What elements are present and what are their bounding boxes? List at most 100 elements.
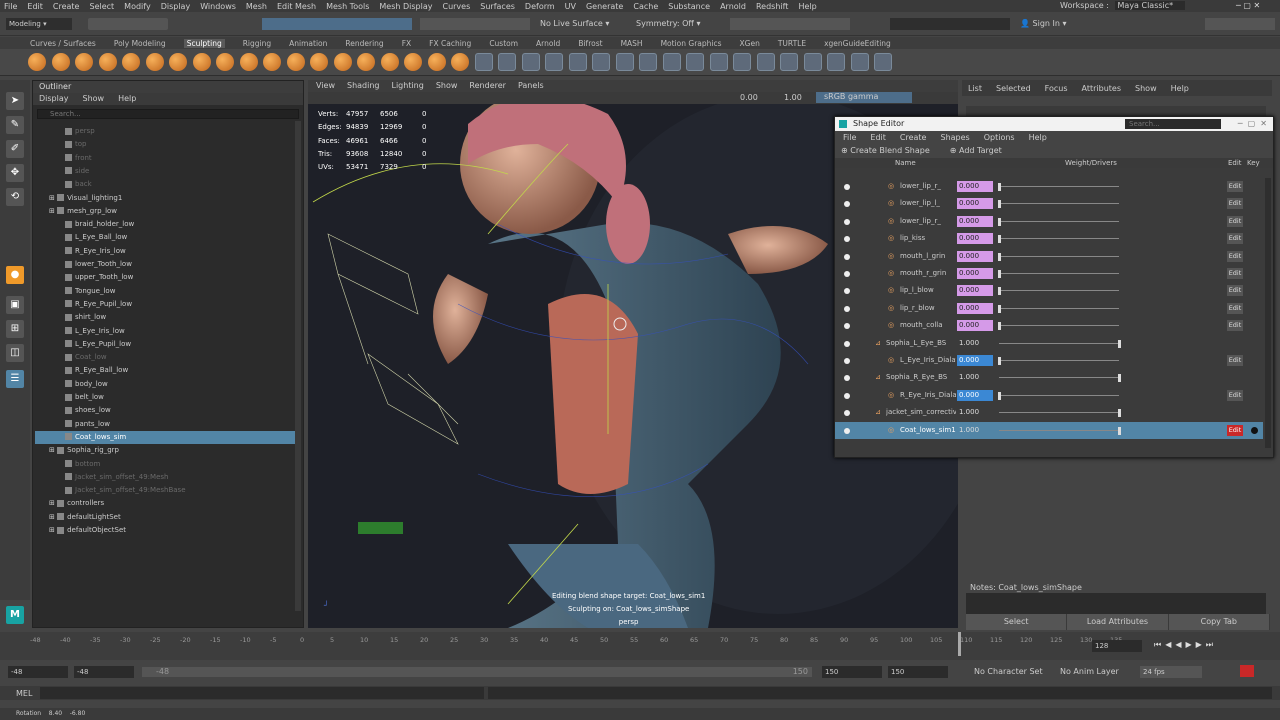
outliner-menu-item[interactable]: Help <box>118 93 136 105</box>
visibility-eye-icon[interactable] <box>844 184 850 190</box>
move-tool-icon[interactable]: ✥ <box>6 164 24 182</box>
shape-search-input[interactable]: Search... <box>1125 119 1221 129</box>
attr-menu-item[interactable]: List <box>968 84 982 93</box>
menu-create[interactable]: Create <box>53 2 80 11</box>
outliner-item[interactable]: bottom <box>35 458 297 471</box>
edit-button[interactable]: Edit <box>1227 181 1243 192</box>
shelf-tab[interactable]: Rendering <box>345 39 383 48</box>
viewport-menu-item[interactable]: Lighting <box>391 80 423 92</box>
input-field[interactable] <box>890 18 1010 30</box>
outliner-item[interactable]: braid_holder_low <box>35 218 297 231</box>
shape-row[interactable]: ◎ lower_lip_r_ 0.000 Edit <box>835 213 1263 230</box>
shape-row[interactable]: ◎ lip_l_blow 0.000 Edit <box>835 282 1263 299</box>
shelf-tab[interactable]: Bifrost <box>578 39 602 48</box>
menu-mesh-tools[interactable]: Mesh Tools <box>326 2 369 11</box>
shelf-tool-icon[interactable] <box>498 53 516 71</box>
outliner-item[interactable]: L_Eye_Ball_low <box>35 231 297 244</box>
weight-field[interactable]: 0.000 <box>957 198 993 210</box>
outliner-item[interactable]: ⊞ Visual_lighting1 <box>35 192 297 205</box>
snap-tools[interactable] <box>420 18 530 30</box>
weight-field[interactable]: 0.000 <box>957 389 993 401</box>
sculpt-brush-icon[interactable] <box>404 53 422 71</box>
sculpt-brush-icon[interactable] <box>192 53 211 71</box>
edit-button[interactable]: Edit <box>1227 320 1243 332</box>
expand-icon[interactable]: ⊞ <box>49 513 57 521</box>
edit-button[interactable]: Edit <box>1227 268 1243 279</box>
edit-button[interactable]: Edit <box>1227 285 1243 297</box>
outliner-item[interactable]: ⊞ defaultObjectSet <box>35 524 297 537</box>
shelf-tool-icon[interactable] <box>615 53 634 71</box>
visibility-eye-icon[interactable] <box>844 236 850 243</box>
viewport-menu-item[interactable]: Show <box>436 80 458 92</box>
workspace-selector[interactable]: Workspace : Maya Classic* <box>1060 0 1186 12</box>
weight-slider[interactable] <box>999 238 1119 240</box>
weight-slider[interactable] <box>999 255 1119 257</box>
visibility-eye-icon[interactable] <box>844 218 850 225</box>
paint-tool-icon[interactable]: ✐ <box>6 140 24 158</box>
outliner-item[interactable]: top <box>35 138 297 151</box>
shape-row[interactable]: ◎ mouth_colla 0.000 Edit <box>835 317 1263 334</box>
outliner-search-input[interactable]: Search... <box>37 109 299 119</box>
shape-menu-item[interactable]: Shapes <box>940 131 969 144</box>
shape-menu-item[interactable]: Options <box>984 131 1015 144</box>
weight-field[interactable]: 0.000 <box>957 302 993 314</box>
layout-tools[interactable] <box>1205 18 1275 30</box>
weight-field[interactable]: 0.000 <box>957 250 993 262</box>
window-controls[interactable]: ─ ▢ ✕ <box>1236 1 1260 10</box>
sculpt-brush-icon[interactable] <box>427 53 446 71</box>
command-input[interactable] <box>40 687 484 699</box>
attr-menu-item[interactable]: Selected <box>996 84 1031 93</box>
sculpt-brush-icon[interactable] <box>28 53 46 71</box>
shelf-tab[interactable]: Animation <box>289 39 327 48</box>
sculpt-brush-icon[interactable] <box>169 53 187 71</box>
shelf-tool-icon[interactable] <box>662 53 681 71</box>
sculpt-brush-icon[interactable] <box>263 53 281 71</box>
shape-editor-window-controls[interactable]: ─ ▢ ✕ <box>1238 117 1267 131</box>
shape-list-scrollbar[interactable] <box>1265 178 1271 448</box>
lasso-tool-icon[interactable]: ✎ <box>6 116 24 134</box>
shelf-tool-icon[interactable] <box>850 53 869 71</box>
menu-redshift[interactable]: Redshift <box>756 2 788 11</box>
edit-button[interactable]: Edit <box>1227 302 1243 314</box>
weight-field[interactable]: 1.000 <box>957 407 993 418</box>
menu-uv[interactable]: UV <box>565 2 576 11</box>
weight-field[interactable]: 1.000 <box>957 372 993 383</box>
menu-display[interactable]: Display <box>161 2 191 11</box>
visibility-eye-icon[interactable] <box>844 375 850 382</box>
menu-edit[interactable]: Edit <box>27 2 43 11</box>
shelf-tab[interactable]: TURTLE <box>778 39 806 48</box>
shelf-tool-icon[interactable] <box>686 53 704 71</box>
slider-knob[interactable] <box>1118 339 1121 348</box>
shape-menu-item[interactable]: File <box>843 131 856 144</box>
menu-substance[interactable]: Substance <box>668 2 710 11</box>
slider-knob[interactable] <box>998 287 1001 296</box>
outliner-menu-item[interactable]: Display <box>39 93 69 105</box>
shelf-tool-icon[interactable] <box>521 53 540 71</box>
render-tools[interactable] <box>730 18 850 30</box>
visibility-eye-icon[interactable] <box>844 253 850 260</box>
visibility-eye-icon[interactable] <box>844 358 850 364</box>
shelf-tab[interactable]: xgenGuideEditing <box>824 39 891 48</box>
slider-knob[interactable] <box>998 200 1001 209</box>
shelf-tool-icon[interactable] <box>756 53 775 71</box>
slider-knob[interactable] <box>1118 426 1121 435</box>
shelf-tab[interactable]: Motion Graphics <box>661 39 722 48</box>
far-clip-value[interactable]: 1.00 <box>784 93 802 102</box>
sculpt-brush-icon[interactable] <box>239 53 258 71</box>
anim-end-field[interactable]: 150 <box>888 666 948 678</box>
outliner-item[interactable]: Jacket_sim_offset_49:MeshBase <box>35 484 297 497</box>
expand-icon[interactable]: ⊞ <box>49 499 57 507</box>
shape-row[interactable]: ◎ lip_kiss 0.000 Edit <box>835 230 1263 247</box>
menu-arnold[interactable]: Arnold <box>720 2 746 11</box>
attr-select-button[interactable]: Select <box>966 614 1068 630</box>
outliner-item[interactable]: pants_low <box>35 418 297 431</box>
shape-row[interactable]: ⊿ Sophia_L_Eye_BS 1.000 <box>835 335 1263 352</box>
visibility-eye-icon[interactable] <box>844 340 850 347</box>
slider-knob[interactable] <box>998 252 1001 261</box>
outliner-item[interactable]: R_Eye_Iris_low <box>35 245 297 258</box>
sculpt-brush-icon[interactable] <box>380 53 399 71</box>
sculpt-brush-icon[interactable] <box>451 53 469 71</box>
shape-row[interactable]: ◎ mouth_l_grin 0.000 Edit <box>835 248 1263 265</box>
playback-end-field[interactable]: 150 <box>822 666 882 678</box>
edit-button[interactable]: Edit <box>1227 215 1243 227</box>
